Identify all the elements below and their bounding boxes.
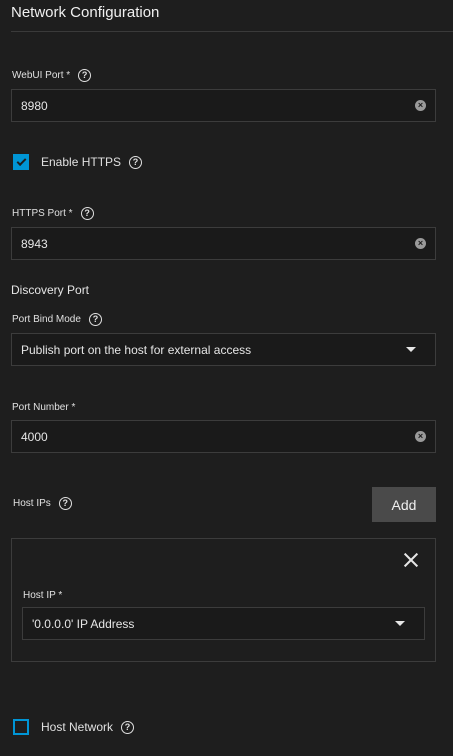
close-icon[interactable] (403, 552, 419, 568)
host-ips-label: Host IPs (13, 498, 51, 509)
discovery-port-heading: Discovery Port (11, 283, 90, 297)
https-port-label: HTTPS Port * (12, 208, 73, 219)
help-icon[interactable]: ? (88, 313, 102, 326)
chevron-down-icon (406, 347, 416, 352)
webui-port-value: 8980 (21, 98, 48, 113)
chevron-down-icon (395, 621, 405, 626)
bind-mode-value: Publish port on the host for external ac… (21, 342, 252, 357)
webui-port-label: WebUI Port * (12, 70, 71, 81)
host-network-row: Host Network ? (13, 719, 135, 735)
port-number-label-row: Port Number * (12, 402, 75, 413)
bind-mode-select[interactable]: Publish port on the host for external ac… (11, 333, 436, 366)
clear-icon[interactable]: × (415, 238, 426, 249)
host-ip-value: '0.0.0.0' IP Address (32, 616, 135, 631)
help-icon[interactable]: ? (78, 69, 92, 82)
enable-https-checkbox[interactable] (13, 154, 29, 170)
add-host-ip-button[interactable]: Add (372, 487, 436, 522)
webui-port-input[interactable]: 8980 × (11, 89, 436, 122)
host-network-label: Host Network (41, 720, 114, 734)
host-ip-label: Host IP * (23, 590, 63, 601)
enable-https-label: Enable HTTPS (41, 155, 122, 169)
port-number-value: 4000 (21, 429, 48, 444)
help-icon[interactable]: ? (80, 207, 94, 220)
host-ip-select[interactable]: '0.0.0.0' IP Address (22, 607, 425, 640)
webui-port-label-row: WebUI Port * ? (12, 69, 92, 82)
host-network-checkbox[interactable] (13, 719, 29, 735)
clear-icon[interactable]: × (415, 100, 426, 111)
section-divider (11, 31, 453, 32)
clear-icon[interactable]: × (415, 431, 426, 442)
help-icon[interactable]: ? (129, 155, 143, 169)
https-port-value: 8943 (21, 236, 48, 251)
host-ip-card: Host IP * '0.0.0.0' IP Address (11, 538, 436, 662)
host-ips-label-row: Host IPs ? (13, 497, 72, 510)
https-port-label-row: HTTPS Port * ? (12, 207, 94, 220)
help-icon[interactable]: ? (121, 720, 135, 734)
host-ip-label-row: Host IP * (23, 590, 62, 601)
check-icon (16, 155, 26, 166)
bind-mode-label-row: Port Bind Mode ? (12, 313, 102, 326)
bind-mode-label: Port Bind Mode (12, 314, 81, 325)
section-title: Network Configuration (11, 4, 160, 21)
help-icon[interactable]: ? (58, 497, 72, 510)
enable-https-row: Enable HTTPS ? (13, 154, 143, 170)
port-number-input[interactable]: 4000 × (11, 420, 436, 453)
https-port-input[interactable]: 8943 × (11, 227, 436, 260)
port-number-label: Port Number * (12, 402, 76, 413)
